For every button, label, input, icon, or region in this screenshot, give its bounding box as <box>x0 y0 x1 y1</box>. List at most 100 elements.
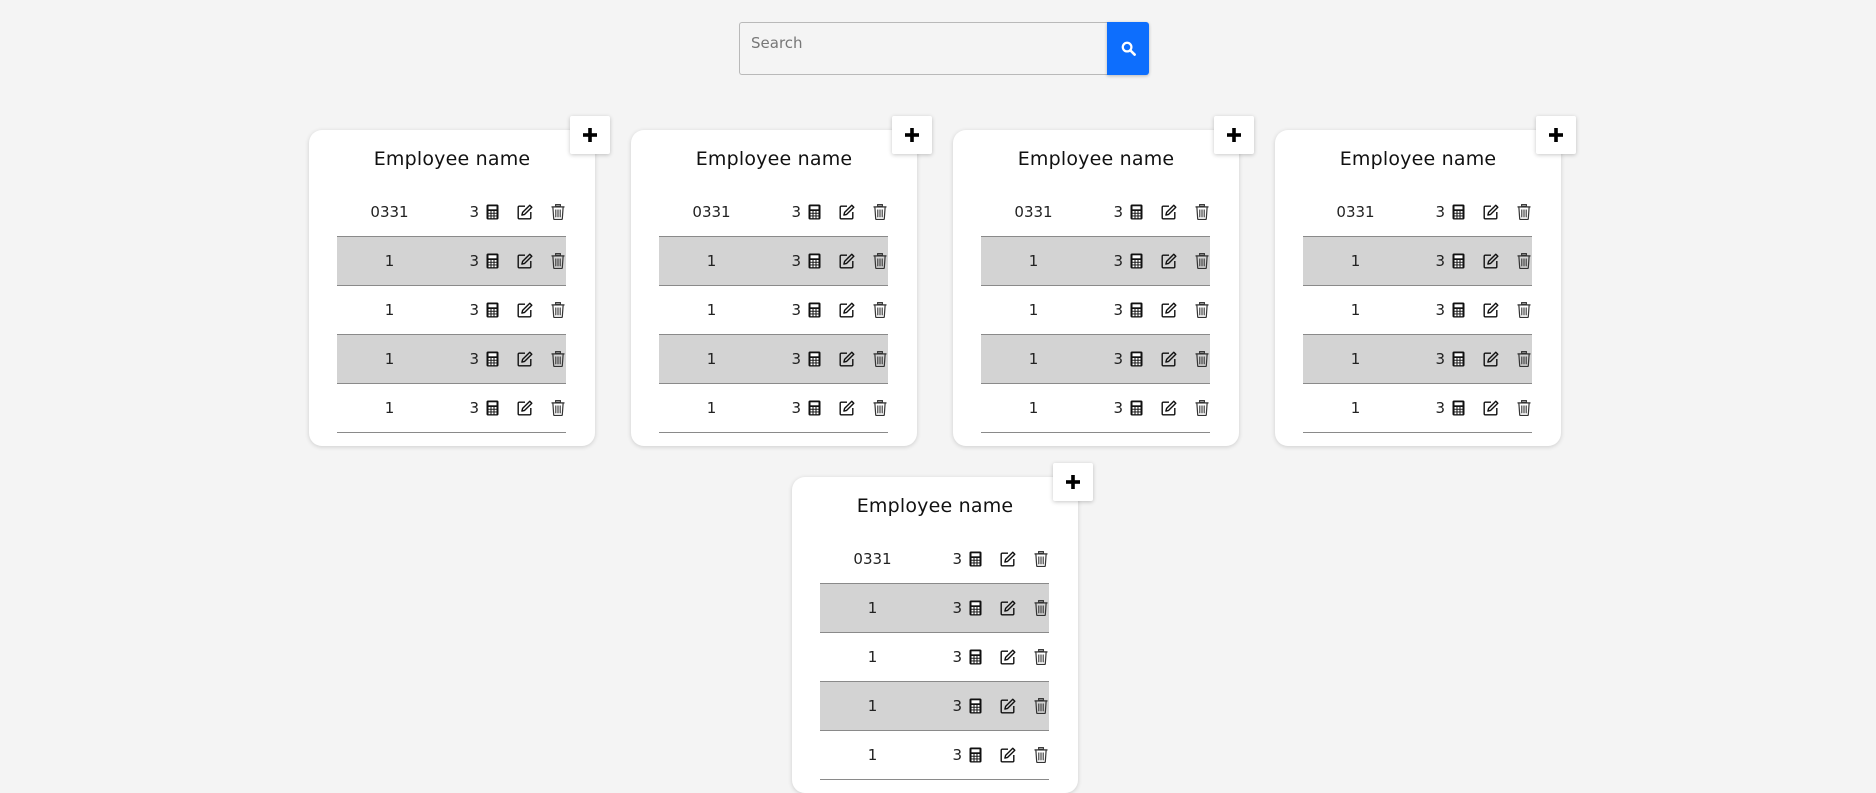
edit-button[interactable] <box>1482 252 1500 270</box>
edit-button[interactable] <box>516 203 534 221</box>
delete-button[interactable] <box>549 252 567 270</box>
edit-button[interactable] <box>999 746 1017 764</box>
edit-button[interactable] <box>838 399 856 417</box>
table-row: 1 3 <box>1303 286 1532 335</box>
delete-button[interactable] <box>1193 350 1211 368</box>
edit-button[interactable] <box>999 697 1017 715</box>
edit-button[interactable] <box>516 252 534 270</box>
delete-button[interactable] <box>1515 399 1533 417</box>
delete-button[interactable] <box>1032 746 1050 764</box>
calculate-button[interactable] <box>1127 399 1145 417</box>
delete-button[interactable] <box>1515 301 1533 319</box>
edit-button[interactable] <box>516 399 534 417</box>
edit-button[interactable] <box>999 599 1017 617</box>
calculate-button[interactable] <box>1449 203 1467 221</box>
table-row: 1 3 <box>820 633 1049 682</box>
delete-button[interactable] <box>1515 350 1533 368</box>
add-button[interactable] <box>1536 116 1576 154</box>
edit-button[interactable] <box>838 252 856 270</box>
delete-button[interactable] <box>1032 599 1050 617</box>
edit-button[interactable] <box>516 301 534 319</box>
delete-button[interactable] <box>1032 648 1050 666</box>
calculator-icon <box>808 351 821 367</box>
calculate-button[interactable] <box>1127 350 1145 368</box>
calculate-button[interactable] <box>483 301 501 319</box>
search-button[interactable] <box>1107 22 1149 75</box>
delete-button[interactable] <box>1515 203 1533 221</box>
delete-button[interactable] <box>1032 550 1050 568</box>
delete-button[interactable] <box>871 350 889 368</box>
delete-button[interactable] <box>1193 399 1211 417</box>
delete-button[interactable] <box>549 399 567 417</box>
edit-button[interactable] <box>516 350 534 368</box>
edit-button[interactable] <box>1482 399 1500 417</box>
edit-icon <box>517 253 533 269</box>
employee-id: 1 <box>706 399 717 417</box>
delete-button[interactable] <box>1193 203 1211 221</box>
calculate-button[interactable] <box>805 301 823 319</box>
edit-button[interactable] <box>1160 301 1178 319</box>
calculate-button[interactable] <box>1127 252 1145 270</box>
delete-button[interactable] <box>871 203 889 221</box>
delete-button[interactable] <box>1193 301 1211 319</box>
trash-icon <box>1034 600 1048 616</box>
trash-icon <box>551 302 565 318</box>
add-button[interactable] <box>892 116 932 154</box>
add-button[interactable] <box>1053 463 1093 501</box>
edit-button[interactable] <box>1160 399 1178 417</box>
edit-button[interactable] <box>838 203 856 221</box>
calculate-button[interactable] <box>966 550 984 568</box>
edit-button[interactable] <box>999 648 1017 666</box>
delete-button[interactable] <box>549 203 567 221</box>
calculate-button[interactable] <box>966 746 984 764</box>
add-button[interactable] <box>570 116 610 154</box>
calculate-button[interactable] <box>1127 203 1145 221</box>
calculate-button[interactable] <box>805 203 823 221</box>
calculate-button[interactable] <box>966 648 984 666</box>
edit-button[interactable] <box>999 550 1017 568</box>
delete-button[interactable] <box>1032 697 1050 715</box>
delete-button[interactable] <box>1193 252 1211 270</box>
table-row: 1 3 <box>981 335 1210 384</box>
calculator-icon <box>486 400 499 416</box>
edit-button[interactable] <box>1160 203 1178 221</box>
calculate-button[interactable] <box>1449 301 1467 319</box>
calculate-button[interactable] <box>1449 252 1467 270</box>
delete-button[interactable] <box>549 350 567 368</box>
calculate-button[interactable] <box>483 203 501 221</box>
edit-button[interactable] <box>1160 252 1178 270</box>
calculate-button[interactable] <box>966 697 984 715</box>
edit-button[interactable] <box>1482 301 1500 319</box>
edit-button[interactable] <box>1160 350 1178 368</box>
employee-id: 1 <box>706 350 717 368</box>
delete-button[interactable] <box>549 301 567 319</box>
calculate-button[interactable] <box>483 399 501 417</box>
quantity-value: 3 <box>469 301 479 319</box>
calculate-button[interactable] <box>483 350 501 368</box>
calculate-button[interactable] <box>483 252 501 270</box>
calculate-button[interactable] <box>1449 399 1467 417</box>
calculate-button[interactable] <box>805 399 823 417</box>
edit-button[interactable] <box>838 350 856 368</box>
add-button[interactable] <box>1214 116 1254 154</box>
quantity-value: 3 <box>791 301 801 319</box>
calculate-button[interactable] <box>805 350 823 368</box>
delete-button[interactable] <box>1515 252 1533 270</box>
search-input[interactable] <box>739 22 1107 75</box>
employee-id: 1 <box>1350 399 1361 417</box>
edit-button[interactable] <box>838 301 856 319</box>
delete-button[interactable] <box>871 252 889 270</box>
edit-button[interactable] <box>1482 203 1500 221</box>
calculate-button[interactable] <box>1449 350 1467 368</box>
delete-button[interactable] <box>871 301 889 319</box>
employee-id: 1 <box>867 648 878 666</box>
employee-id: 1 <box>384 252 395 270</box>
calculate-button[interactable] <box>1127 301 1145 319</box>
calculate-button[interactable] <box>805 252 823 270</box>
edit-button[interactable] <box>1482 350 1500 368</box>
calculate-button[interactable] <box>966 599 984 617</box>
calculator-icon <box>969 649 982 665</box>
table-row: 1 3 <box>820 584 1049 633</box>
delete-button[interactable] <box>871 399 889 417</box>
quantity-value: 3 <box>791 252 801 270</box>
